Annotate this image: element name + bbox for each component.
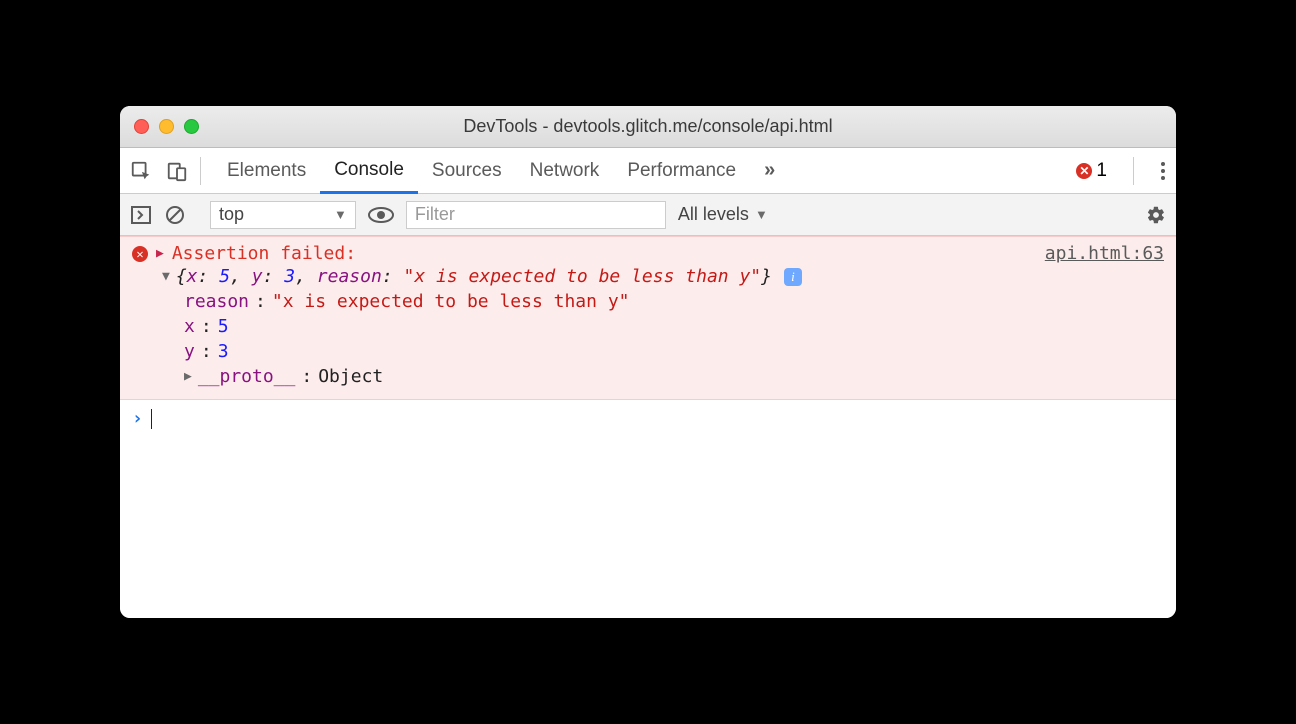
object-preview[interactable]: ▼ {x: 5, y: 3, reason: "x is expected to… xyxy=(162,264,1164,289)
object-prop-y: y: 3 xyxy=(162,339,1164,364)
expand-icon[interactable]: ▶ xyxy=(184,369,192,384)
window-title: DevTools - devtools.glitch.me/console/ap… xyxy=(120,116,1176,137)
devtools-window: DevTools - devtools.glitch.me/console/ap… xyxy=(120,106,1176,618)
text-caret xyxy=(151,409,152,429)
titlebar: DevTools - devtools.glitch.me/console/ap… xyxy=(120,106,1176,148)
tab-sources[interactable]: Sources xyxy=(418,148,516,193)
error-icon: ✕ xyxy=(1076,163,1092,179)
filter-input[interactable] xyxy=(406,201,666,229)
console-sidebar-toggle-icon[interactable] xyxy=(130,205,152,225)
error-count-badge[interactable]: ✕ 1 xyxy=(1076,160,1107,182)
panel-tabs: Elements Console Sources Network Perform… xyxy=(213,148,784,193)
minimize-window-button[interactable] xyxy=(159,119,174,134)
tab-elements[interactable]: Elements xyxy=(213,148,320,193)
console-error-message: ✕ ▶ Assertion failed: api.html:63 ▼ {x: … xyxy=(120,236,1176,400)
live-expression-icon[interactable] xyxy=(368,205,394,225)
object-prop-proto[interactable]: ▶ __proto__: Object xyxy=(162,364,1164,389)
console-prompt[interactable]: › xyxy=(120,400,1176,437)
main-toolbar: Elements Console Sources Network Perform… xyxy=(120,148,1176,194)
error-count: 1 xyxy=(1096,160,1107,182)
clear-console-icon[interactable] xyxy=(164,204,186,226)
console-settings-icon[interactable] xyxy=(1146,205,1166,225)
tabs-overflow-button[interactable]: » xyxy=(750,148,784,193)
error-icon: ✕ xyxy=(132,246,148,262)
context-select[interactable]: top ▼ xyxy=(210,201,356,229)
log-levels-select[interactable]: All levels ▼ xyxy=(678,204,768,225)
object-prop-reason: reason: "x is expected to be less than y… xyxy=(162,289,1164,314)
more-menu-icon[interactable] xyxy=(1160,160,1166,182)
info-icon[interactable]: i xyxy=(784,268,802,286)
console-filterbar: top ▼ All levels ▼ xyxy=(120,194,1176,236)
tab-network[interactable]: Network xyxy=(516,148,614,193)
console-output: ✕ ▶ Assertion failed: api.html:63 ▼ {x: … xyxy=(120,236,1176,618)
tab-performance[interactable]: Performance xyxy=(613,148,750,193)
object-prop-x: x: 5 xyxy=(162,314,1164,339)
log-levels-label: All levels xyxy=(678,204,749,225)
traffic-lights xyxy=(120,119,199,134)
close-window-button[interactable] xyxy=(134,119,149,134)
expand-icon[interactable]: ▶ xyxy=(156,246,164,261)
chevron-down-icon: ▼ xyxy=(334,207,347,222)
chevron-down-icon: ▼ xyxy=(755,207,768,222)
context-value: top xyxy=(219,204,244,225)
inspect-element-icon[interactable] xyxy=(130,160,152,182)
error-title: Assertion failed: xyxy=(172,243,356,264)
toggle-device-icon[interactable] xyxy=(166,160,188,182)
prompt-chevron-icon: › xyxy=(132,408,143,429)
zoom-window-button[interactable] xyxy=(184,119,199,134)
source-link[interactable]: api.html:63 xyxy=(1045,243,1164,264)
tab-console[interactable]: Console xyxy=(320,148,418,194)
collapse-icon[interactable]: ▼ xyxy=(162,269,170,284)
